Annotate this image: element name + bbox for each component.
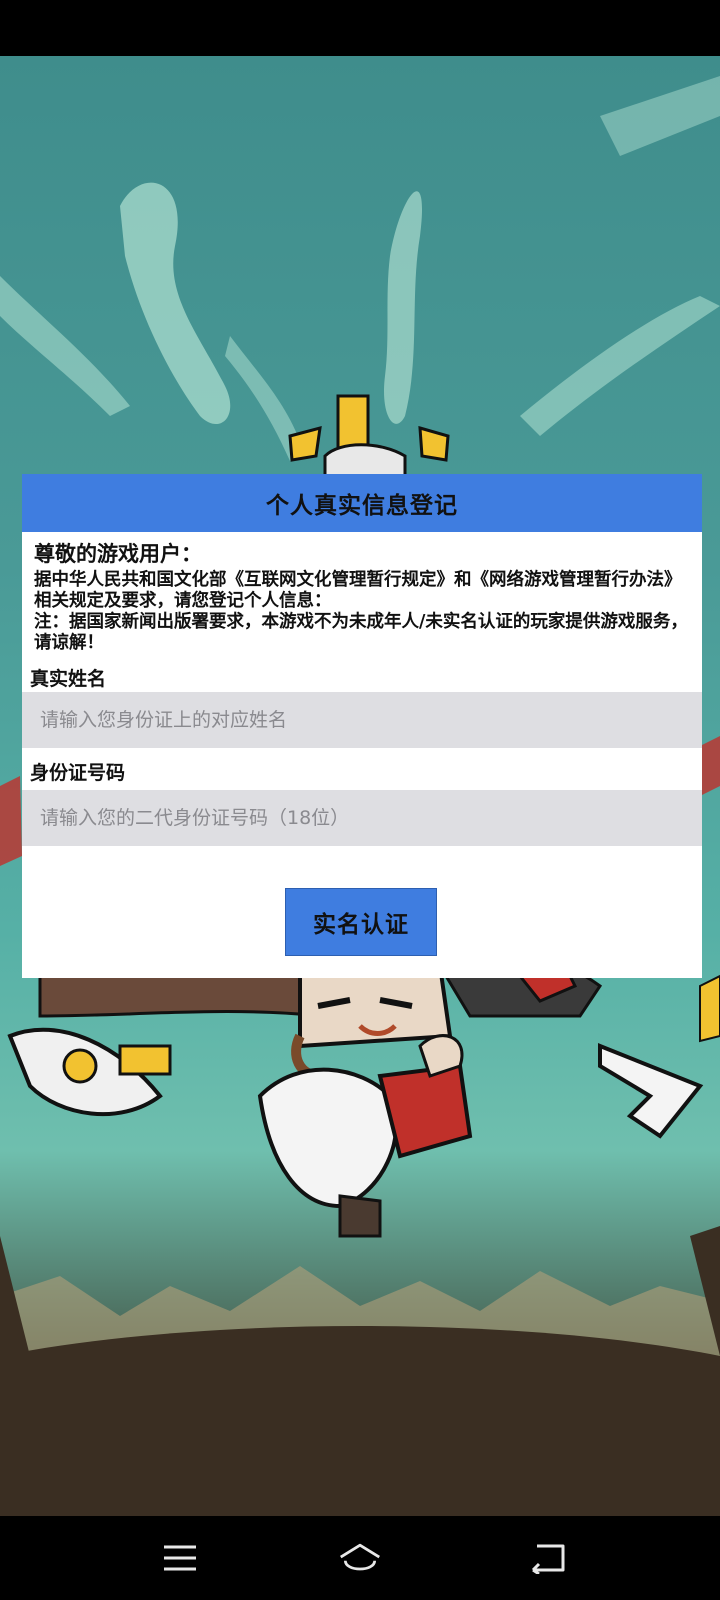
general-helmet [288,394,450,478]
greeting-text: 尊敬的游戏用户： [34,542,202,566]
minor-restriction-notice: 注：据国家新闻出版署要求，本游戏不为未成年人/未实名认证的玩家提供游戏服务，请谅… [34,612,688,653]
menu-icon [164,1545,196,1571]
regulation-notice: 据中华人民共和国文化部《互联网文化管理暂行规定》和《网络游戏管理暂行办法》相关规… [34,570,682,611]
dialog-title: 个人真实信息登记 [266,493,458,519]
real-name-label: 真实姓名 [30,668,107,690]
back-button[interactable] [526,1536,570,1580]
id-number-label: 身份证号码 [30,762,126,784]
back-icon [531,1544,565,1574]
system-navigation-bar [0,1516,720,1600]
status-bar [0,0,720,56]
dialog-header: 个人真实信息登记 [22,474,702,532]
real-name-registration-dialog: 个人真实信息登记 尊敬的游戏用户： 据中华人民共和国文化部《互联网文化管理暂行规… [22,474,702,978]
home-button[interactable] [338,1536,382,1580]
real-name-verify-button[interactable]: 实名认证 [285,888,437,956]
menu-button[interactable] [158,1536,202,1580]
notice-text: 据中华人民共和国文化部《互联网文化管理暂行规定》和《网络游戏管理暂行办法》相关规… [34,570,696,654]
real-name-input[interactable] [22,692,702,748]
home-icon [340,1543,380,1571]
id-number-input[interactable] [22,790,702,846]
battlefield-landscape [0,1226,720,1516]
